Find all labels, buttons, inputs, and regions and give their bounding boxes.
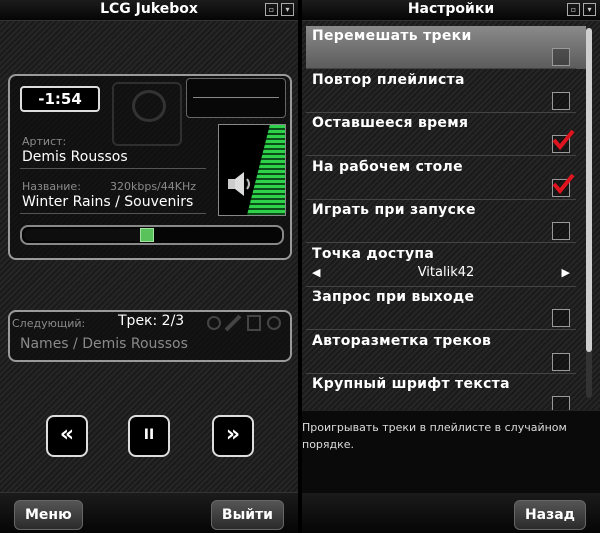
track-name: Winter Rains / Souvenirs <box>22 194 194 210</box>
settings-title: Настройки <box>407 1 495 17</box>
setting-description-panel: Проигрывать треки в плейлисте в случайно… <box>302 410 600 493</box>
artist-underline <box>20 168 206 169</box>
settings-item[interactable]: Повтор плейлиста <box>306 70 586 113</box>
window-menu-chevron-icon[interactable]: ▾ <box>583 3 596 16</box>
playlist-tools-icons[interactable] <box>206 313 286 333</box>
remaining-time[interactable]: -1:54 <box>20 86 100 112</box>
settings-checkbox[interactable] <box>552 48 570 66</box>
settings-checkbox[interactable] <box>552 91 570 110</box>
artist-name: Demis Roussos <box>22 149 128 165</box>
settings-item-label: Перемешать треки <box>312 28 472 44</box>
pause-button[interactable]: II <box>128 415 170 457</box>
exit-button[interactable]: Выйти <box>210 500 284 530</box>
access-point-next-arrow-icon[interactable]: ▶ <box>562 266 570 279</box>
settings-softkey-bar: Назад <box>302 492 600 533</box>
speaker-icon <box>228 172 250 196</box>
settings-item-label: Крупный шрифт текста <box>312 376 510 392</box>
settings-item-label: Авторазметка треков <box>312 332 492 349</box>
settings-item[interactable]: Авторазметка треков <box>306 331 586 374</box>
track-progress-fill <box>24 229 147 241</box>
track-label: Название: <box>22 180 81 193</box>
settings-item[interactable]: Точка доступа ◀ Vitalik42 ▶ <box>306 244 586 287</box>
menu-button[interactable]: Меню <box>14 500 83 530</box>
settings-item-label: Оставшееся время <box>312 115 469 131</box>
player-titlebar: LCG Jukebox ▫ ▾ <box>0 0 298 21</box>
settings-item[interactable]: Перемешать треки <box>306 26 586 69</box>
player-screen: LCG Jukebox ▫ ▾ -1:54 Артист: Demis Rous… <box>0 0 298 533</box>
back-button[interactable]: Назад <box>513 500 586 530</box>
settings-item[interactable]: Играть при запуске <box>306 200 586 243</box>
next-track-name: Names / Demis Roussos <box>20 336 188 352</box>
album-art-placeholder-icon <box>112 82 182 146</box>
settings-scroll-thumb[interactable] <box>586 28 592 352</box>
window-minimize-icon[interactable]: ▫ <box>567 3 580 16</box>
waveform-display <box>186 78 286 118</box>
previous-track-button[interactable]: « <box>46 415 88 457</box>
track-progress-bar[interactable] <box>20 225 284 245</box>
artist-label: Артист: <box>22 135 67 148</box>
checkmark-icon <box>552 129 575 150</box>
settings-checkbox[interactable] <box>552 173 575 197</box>
setting-description: Проигрывать треки в плейлисте в случайно… <box>302 421 567 451</box>
settings-item-label: Точка доступа <box>312 245 435 262</box>
next-track-button[interactable]: » <box>212 415 254 457</box>
settings-checkbox[interactable] <box>552 309 570 327</box>
player-softkey-bar: Меню Выйти <box>0 492 298 533</box>
settings-item-label: Повтор плейлиста <box>312 71 465 88</box>
settings-item[interactable]: Запрос при выходе <box>306 287 586 330</box>
settings-item-label: На рабочем столе <box>312 158 463 175</box>
window-minimize-icon[interactable]: ▫ <box>265 3 278 16</box>
volume-indicator[interactable] <box>218 124 286 216</box>
settings-checkbox[interactable] <box>552 222 570 240</box>
settings-titlebar: Настройки ▫ ▾ <box>302 0 600 21</box>
track-progress-handle[interactable] <box>139 228 154 242</box>
settings-item[interactable]: Оставшееся время <box>306 113 586 156</box>
window-menu-chevron-icon[interactable]: ▾ <box>281 3 294 16</box>
settings-checkbox[interactable] <box>552 129 575 153</box>
settings-item[interactable]: На рабочем столе <box>306 157 586 200</box>
track-underline <box>20 213 206 214</box>
settings-item-label: Запрос при выходе <box>312 289 475 305</box>
settings-item-label: Играть при запуске <box>312 202 476 218</box>
settings-checkbox[interactable] <box>552 352 570 371</box>
access-point-value: Vitalik42 <box>417 264 475 280</box>
bitrate-info: 320kbps/44KHz <box>110 180 197 193</box>
track-counter: Трек: 2/3 <box>118 313 185 329</box>
settings-scrollbar[interactable] <box>586 28 592 398</box>
player-title: LCG Jukebox <box>100 1 198 17</box>
checkmark-icon <box>552 173 575 194</box>
next-label: Следующий: <box>12 317 86 330</box>
